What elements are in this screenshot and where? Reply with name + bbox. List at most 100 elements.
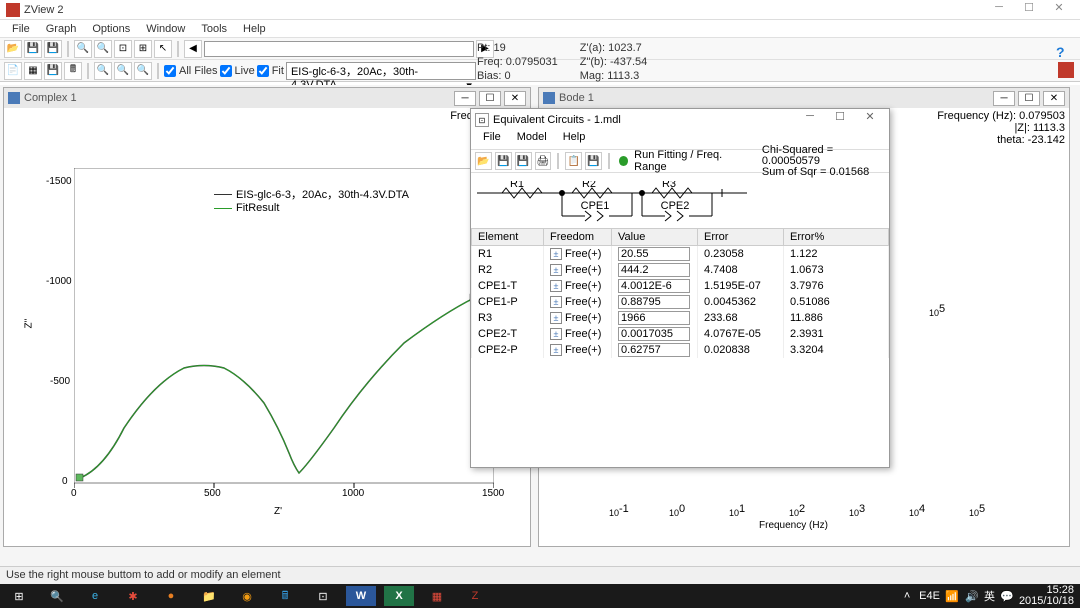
- cell-freedom[interactable]: ±Free(+): [544, 246, 612, 263]
- cell-freedom[interactable]: ±Free(+): [544, 326, 612, 342]
- excel-icon[interactable]: X: [384, 586, 414, 606]
- minimize-button[interactable]: ─: [984, 1, 1014, 19]
- help-icon[interactable]: ?: [1056, 44, 1072, 60]
- bode-titlebar[interactable]: Bode 1 ─ ☐ ✕: [539, 88, 1069, 108]
- volume-icon[interactable]: 🔊: [964, 588, 980, 604]
- circuit-menu-model[interactable]: Model: [509, 131, 555, 149]
- zoom-out-button[interactable]: 🔍: [94, 40, 112, 58]
- col-errorp[interactable]: Error%: [784, 229, 889, 246]
- app-icon-3[interactable]: ⊡: [304, 584, 342, 608]
- zview-taskbar-icon[interactable]: Z: [456, 584, 494, 608]
- zoom2-button[interactable]: 🔍: [94, 62, 112, 80]
- cell-error: 4.7408: [698, 262, 784, 278]
- circuit-save2-button[interactable]: 💾: [515, 152, 532, 170]
- circuit-diagram[interactable]: R1 R2 CPE1 R3 CPE2: [471, 173, 889, 228]
- complex-minimize[interactable]: ─: [454, 91, 476, 106]
- all-files-checkbox[interactable]: All Files: [164, 65, 218, 77]
- circuit-menu-file[interactable]: File: [475, 131, 509, 149]
- start-button[interactable]: ⊞: [0, 584, 38, 608]
- fit-checkbox[interactable]: Fit: [257, 65, 284, 77]
- app-icon-1[interactable]: ✱: [114, 584, 152, 608]
- open-button[interactable]: 📂: [4, 40, 22, 58]
- circuit-maximize[interactable]: ☐: [825, 110, 855, 130]
- menu-tools[interactable]: Tools: [193, 23, 235, 35]
- ime-indicator[interactable]: 英: [984, 588, 995, 604]
- save3-button[interactable]: 💾: [44, 62, 62, 80]
- circuit-save3-button[interactable]: 💾: [585, 152, 602, 170]
- action-center-icon[interactable]: 💬: [999, 588, 1015, 604]
- cell-value[interactable]: [612, 278, 698, 294]
- system-tray: ˄ E4E 📶 🔊 英 💬 15:28 2015/10/18: [899, 585, 1080, 607]
- calc-button[interactable]: 🖩: [64, 62, 82, 80]
- tray-expand-icon[interactable]: ˄: [899, 588, 915, 604]
- calculator-icon[interactable]: 🖩: [266, 584, 304, 608]
- circuit-minimize[interactable]: ─: [795, 110, 825, 130]
- search-button[interactable]: 🔍: [38, 584, 76, 608]
- explorer-icon[interactable]: 📁: [190, 584, 228, 608]
- save-button[interactable]: 💾: [24, 40, 42, 58]
- word-icon[interactable]: W: [346, 586, 376, 606]
- zoom4-button[interactable]: 🔍: [134, 62, 152, 80]
- main-menubar: File Graph Options Window Tools Help: [0, 20, 1080, 38]
- circuit-save-button[interactable]: 💾: [495, 152, 512, 170]
- circuit-close[interactable]: ✕: [855, 110, 885, 130]
- close-button[interactable]: ✕: [1044, 1, 1074, 19]
- slider-track[interactable]: [204, 41, 474, 57]
- cell-value[interactable]: [612, 294, 698, 310]
- run-fitting-button[interactable]: Run Fitting / Freq. Range: [634, 149, 749, 173]
- bode-close[interactable]: ✕: [1043, 91, 1065, 106]
- cell-freedom[interactable]: ±Free(+): [544, 294, 612, 310]
- circuit-open-button[interactable]: 📂: [475, 152, 492, 170]
- cell-freedom[interactable]: ±Free(+): [544, 278, 612, 294]
- grid-button[interactable]: ▦: [24, 62, 42, 80]
- maximize-button[interactable]: ☐: [1014, 1, 1044, 19]
- menu-graph[interactable]: Graph: [38, 23, 85, 35]
- cell-freedom[interactable]: ±Free(+): [544, 310, 612, 326]
- menu-file[interactable]: File: [4, 23, 38, 35]
- app-icon-4[interactable]: ▦: [418, 584, 456, 608]
- menu-help[interactable]: Help: [235, 23, 274, 35]
- app-title: ZView 2: [24, 4, 984, 16]
- options-icon[interactable]: [1058, 62, 1074, 78]
- menu-options[interactable]: Options: [84, 23, 138, 35]
- complex-xlabel: Z': [274, 506, 282, 517]
- cell-value[interactable]: [612, 262, 698, 278]
- complex-close[interactable]: ✕: [504, 91, 526, 106]
- zoom-auto-button[interactable]: ⊞: [134, 40, 152, 58]
- live-checkbox[interactable]: Live: [220, 65, 255, 77]
- cell-element: R1: [472, 246, 544, 263]
- bode-minimize[interactable]: ─: [993, 91, 1015, 106]
- dataset-dropdown[interactable]: EIS-glc-6-3，20Ac，30th-4.3V.DTA▾: [286, 62, 476, 80]
- doc-button[interactable]: 📄: [4, 62, 22, 80]
- zoom-in-button[interactable]: 🔍: [74, 40, 92, 58]
- circuit-menu-help[interactable]: Help: [555, 131, 594, 149]
- tray-e4e[interactable]: E4E: [919, 590, 940, 602]
- cell-freedom[interactable]: ±Free(+): [544, 262, 612, 278]
- bode-maximize[interactable]: ☐: [1018, 91, 1040, 106]
- menu-window[interactable]: Window: [138, 23, 193, 35]
- circuit-titlebar[interactable]: ⊡ Equivalent Circuits - 1.mdl ─ ☐ ✕: [471, 109, 889, 131]
- cell-value[interactable]: [612, 342, 698, 358]
- complex-titlebar[interactable]: Complex 1 ─ ☐ ✕: [4, 88, 530, 108]
- save2-button[interactable]: 💾: [44, 40, 62, 58]
- zoom3-button[interactable]: 🔍: [114, 62, 132, 80]
- cell-freedom[interactable]: ±Free(+): [544, 342, 612, 358]
- wifi-icon[interactable]: 📶: [944, 588, 960, 604]
- ie-icon[interactable]: e: [76, 584, 114, 608]
- app-icon-2[interactable]: ◉: [228, 584, 266, 608]
- nav-prev-button[interactable]: ◀: [184, 40, 202, 58]
- cell-errorp: 2.3931: [784, 326, 889, 342]
- circuit-copy-button[interactable]: 📋: [565, 152, 582, 170]
- cursor-button[interactable]: ↖: [154, 40, 172, 58]
- circuit-print-button[interactable]: 🖨: [535, 152, 552, 170]
- complex-maximize[interactable]: ☐: [479, 91, 501, 106]
- cell-errorp: 1.0673: [784, 262, 889, 278]
- cell-error: 4.0767E-05: [698, 326, 784, 342]
- firefox-icon[interactable]: ●: [152, 584, 190, 608]
- zoom-rect-button[interactable]: ⊡: [114, 40, 132, 58]
- cell-value[interactable]: [612, 246, 698, 263]
- taskbar-clock[interactable]: 15:28 2015/10/18: [1019, 585, 1074, 607]
- complex-plot[interactable]: Frequency (Hz) Z -1500 -1000 -500 0 Z'' …: [4, 108, 530, 546]
- cell-value[interactable]: [612, 326, 698, 342]
- cell-value[interactable]: [612, 310, 698, 326]
